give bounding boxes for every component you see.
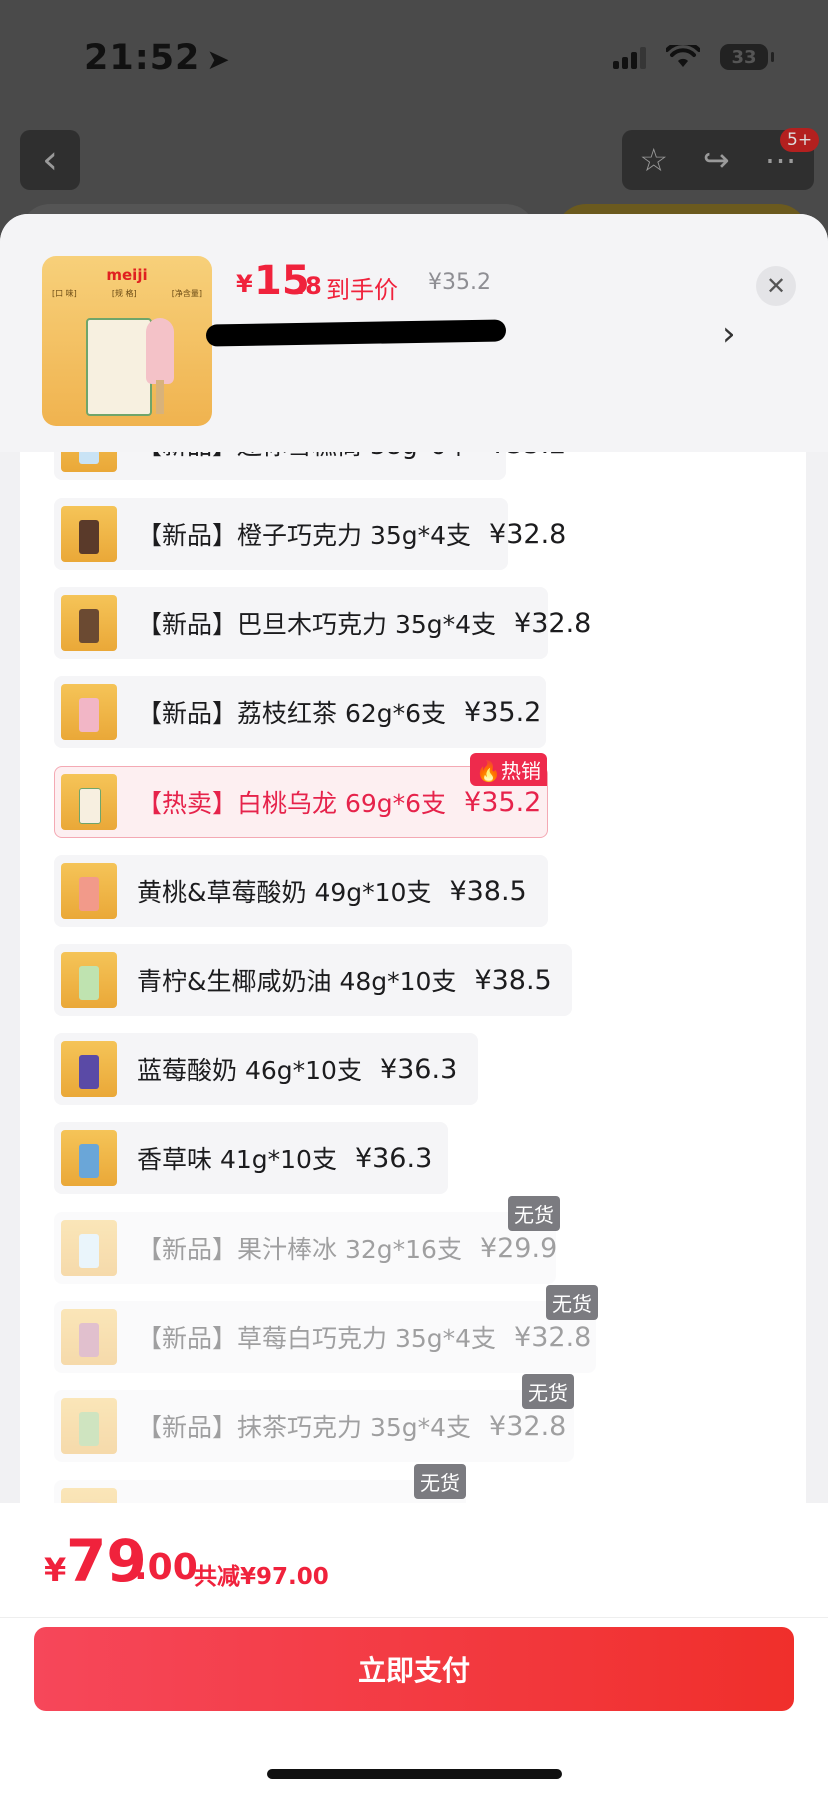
redacted-title	[205, 319, 507, 347]
option-name: 【热卖】白桃乌龙 69g*6支	[137, 789, 447, 818]
option-thumbnail	[61, 863, 117, 919]
home-indicator	[267, 1769, 562, 1779]
option-price: ¥38.5	[449, 875, 527, 907]
option-item[interactable]: 黄桃&草莓酸奶 49g*10支 ¥38.5	[54, 855, 548, 927]
option-price: ¥32.8	[489, 518, 567, 550]
brand-logo: meiji	[106, 266, 148, 284]
option-thumbnail	[61, 595, 117, 651]
price-currency: ¥	[236, 270, 253, 298]
option-thumbnail	[61, 1398, 117, 1454]
option-price: ¥36.3	[354, 1142, 433, 1174]
option-item[interactable]: 【新品】橙子巧克力 35g*4支 ¥32.8	[54, 498, 566, 570]
option-item-selected[interactable]: 【热卖】白桃乌龙 69g*6支 ¥35.2 🔥热销	[54, 753, 548, 838]
original-price: ¥35.2	[428, 270, 491, 295]
option-item-out-of-stock: 【新品】抹茶巧克力 35g*4支 ¥32.8	[54, 1390, 574, 1462]
battery-level: 33	[731, 46, 757, 68]
option-name: 【新品】巴旦木巧克力 35g*4支	[137, 610, 497, 639]
total-decimal: .00	[134, 1547, 198, 1588]
close-icon: ✕	[765, 272, 787, 300]
notification-badge: 5+	[780, 128, 820, 152]
wifi-icon	[665, 41, 701, 69]
info-label: [净含量]	[171, 289, 202, 298]
location-arrow-icon: ➤	[206, 43, 231, 76]
option-name: 【新品】橙子巧克力 35g*4支	[137, 521, 472, 550]
status-time-text: 21:52	[84, 38, 201, 78]
status-icons: 33	[613, 41, 774, 70]
option-name: 【新品】荔枝红茶 62g*6支	[137, 699, 447, 728]
option-thumbnail	[61, 774, 117, 830]
chevron-right-icon[interactable]: ›	[722, 314, 736, 354]
hot-sale-badge: 🔥热销	[470, 753, 547, 786]
option-name: 【新品】草莓白巧克力 35g*4支	[137, 1324, 497, 1353]
out-of-stock-badge: 无货	[546, 1285, 598, 1320]
option-price: ¥29.9	[479, 1232, 558, 1264]
out-of-stock-badge: 无货	[508, 1196, 560, 1231]
option-name: 【新品】抹茶巧克力 35g*4支	[137, 1413, 472, 1442]
share-icon[interactable]: ↪	[703, 141, 730, 179]
price-label: 到手价	[326, 276, 398, 304]
info-label: [规 格]	[111, 289, 137, 298]
info-label: [口 味]	[52, 289, 77, 298]
option-price: ¥35.2	[464, 786, 542, 818]
option-thumbnail	[61, 684, 117, 740]
back-button[interactable]: ‹	[20, 130, 80, 190]
battery-icon: 33	[720, 44, 774, 70]
pay-now-button[interactable]: 立即支付	[34, 1627, 794, 1711]
product-image[interactable]: meiji [口 味] [规 格] [净含量]	[42, 256, 212, 426]
option-name: 香草味 41g*10支	[137, 1145, 337, 1174]
option-name: 【新品】果汁棒冰 32g*16支	[137, 1235, 462, 1264]
price-decimal: .8	[296, 272, 322, 300]
status-time: 21:52 ➤	[84, 38, 231, 78]
option-thumbnail	[61, 506, 117, 562]
option-item[interactable]: 蓝莓酸奶 46g*10支 ¥36.3	[54, 1033, 478, 1105]
option-item[interactable]: 香草味 41g*10支 ¥36.3	[54, 1122, 448, 1194]
product-info-row: [口 味] [规 格] [净含量]	[52, 288, 202, 299]
ice-cream-graphic	[146, 318, 174, 384]
option-item[interactable]: 【新品】巴旦木巧克力 35g*4支 ¥32.8	[54, 587, 591, 659]
option-thumbnail	[61, 952, 117, 1008]
option-list[interactable]: 【新品】迷你雪糕筒 38g*6个 ¥35.2 【新品】橙子巧克力 35g*4支 …	[20, 408, 806, 1600]
chevron-left-icon: ‹	[42, 137, 58, 183]
option-price: ¥32.8	[514, 1321, 592, 1353]
option-name: 黄桃&草莓酸奶 49g*10支	[137, 878, 432, 907]
option-price: ¥35.2	[464, 696, 542, 728]
total-savings: 共减¥97.00	[194, 1564, 329, 1590]
ice-cream-stick-graphic	[156, 380, 164, 414]
option-thumbnail	[61, 1130, 117, 1186]
sheet-header: meiji [口 味] [规 格] [净含量] ¥ 15 .8 到手价 ¥35.…	[0, 214, 828, 452]
option-name: 青柠&生椰咸奶油 48g*10支	[137, 967, 457, 996]
option-item[interactable]: 【新品】荔枝红茶 62g*6支 ¥35.2	[54, 676, 546, 748]
option-thumbnail	[61, 1220, 117, 1276]
option-thumbnail	[61, 1041, 117, 1097]
option-item-out-of-stock: 【新品】果汁棒冰 32g*16支 ¥29.9	[54, 1212, 558, 1284]
total-currency: ¥	[44, 1551, 67, 1589]
checkout-footer: ¥ 79 .00 共减¥97.00 立即支付	[0, 1503, 828, 1796]
option-item[interactable]: 青柠&生椰咸奶油 48g*10支 ¥38.5	[54, 944, 572, 1016]
fire-icon: 🔥	[476, 759, 501, 783]
close-button[interactable]: ✕	[756, 266, 796, 306]
option-price: ¥32.8	[514, 607, 592, 639]
option-price: ¥32.8	[489, 1410, 567, 1442]
option-thumbnail	[61, 1309, 117, 1365]
option-price: ¥36.3	[379, 1053, 458, 1085]
out-of-stock-badge: 无货	[522, 1374, 574, 1409]
option-name: 蓝莓酸奶 46g*10支	[137, 1056, 362, 1085]
product-box-graphic	[86, 318, 152, 416]
star-icon[interactable]: ☆	[639, 141, 668, 179]
cellular-signal-icon	[613, 45, 646, 69]
hot-sale-label: 热销	[501, 759, 541, 783]
option-price: ¥38.5	[474, 964, 552, 996]
option-item-out-of-stock: 【新品】草莓白巧克力 35g*4支 ¥32.8	[54, 1301, 596, 1373]
out-of-stock-badge: 无货	[414, 1464, 466, 1499]
divider	[0, 1617, 828, 1618]
